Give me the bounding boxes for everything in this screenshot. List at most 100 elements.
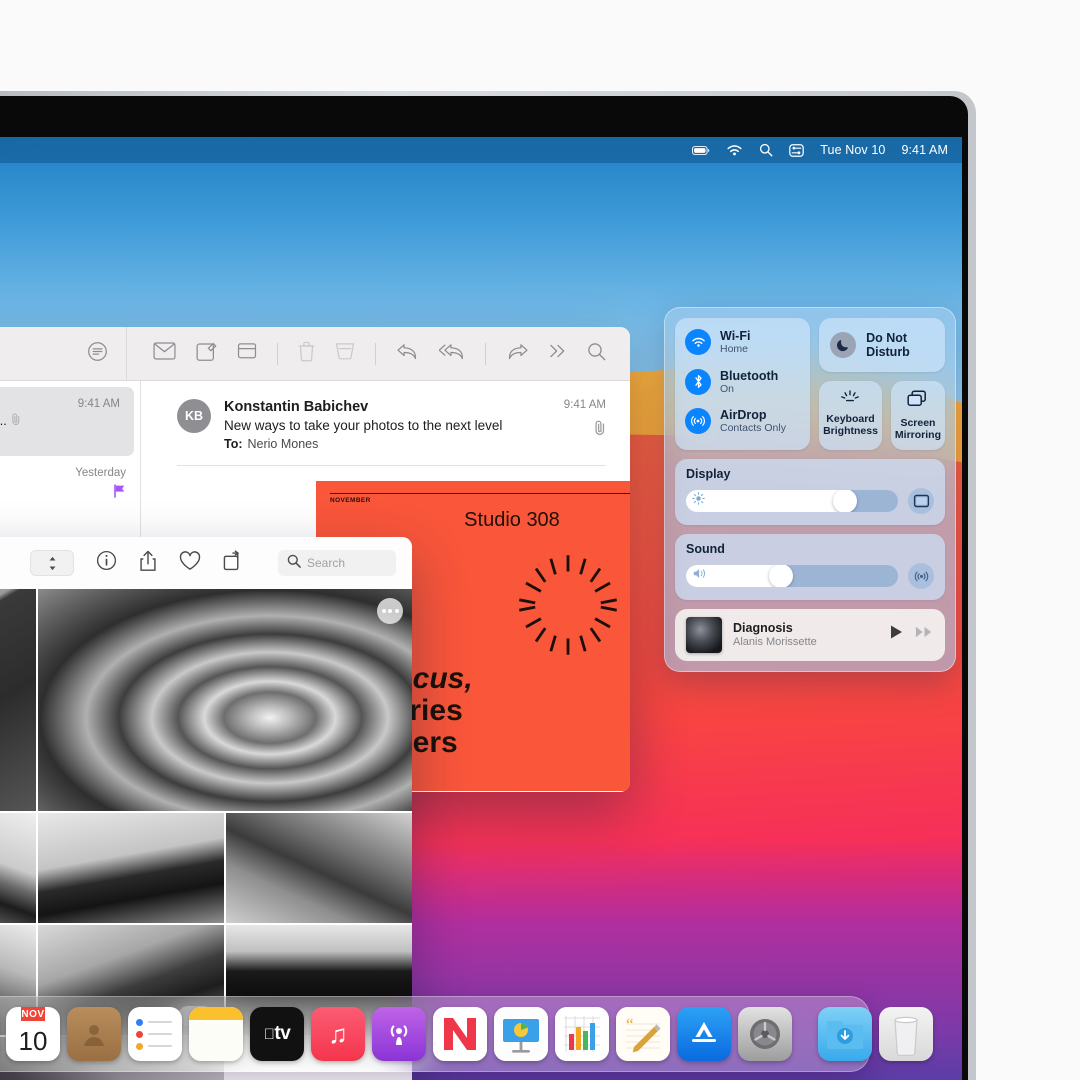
photo-tile[interactable]	[38, 589, 412, 811]
wifi-status: Home	[720, 343, 749, 355]
dock-item-pages[interactable]: “	[616, 1007, 670, 1061]
junk-icon[interactable]	[335, 341, 355, 366]
dock-item-system-preferences[interactable]	[738, 1007, 792, 1061]
battery-icon[interactable]	[692, 145, 710, 156]
screen: Tue Nov 10 9:41 AM Wi-Fi Home Bluetooth …	[0, 137, 962, 1080]
menubar-date: Tue Nov 10	[820, 143, 886, 157]
dock-item-music[interactable]: ♫	[311, 1007, 365, 1061]
mail-list-item[interactable]: Babichev 9:41 AM take your photos to... …	[0, 387, 134, 456]
search-input[interactable]: Search	[278, 550, 396, 576]
play-icon[interactable]	[889, 624, 904, 645]
photo-tile[interactable]	[226, 813, 412, 923]
keyboard-brightness-line2: Brightness	[823, 424, 878, 437]
message-sender-name: Konstantin Babichev	[224, 399, 369, 415]
keyboard-brightness-tile[interactable]: Keyboard Brightness	[819, 381, 882, 450]
display-brightness-slider[interactable]	[686, 489, 898, 512]
paperclip-icon[interactable]	[564, 420, 606, 440]
dock-item-numbers[interactable]	[555, 1007, 609, 1061]
menubar-clock: 9:41 AM	[901, 143, 948, 157]
compose-icon[interactable]	[196, 341, 217, 367]
search-icon[interactable]	[587, 342, 606, 366]
message-subject-line: New ways to take your photos to the next…	[224, 418, 503, 433]
airdrop-toggle[interactable]: AirDrop Contacts Only	[685, 408, 800, 435]
screen-mirroring-icon	[907, 390, 929, 413]
zoom-stepper-icon[interactable]	[30, 550, 74, 576]
screen-mirroring-line2: Mirroring	[894, 428, 941, 441]
screen-mirroring-line1: Screen	[900, 417, 936, 429]
favorite-icon[interactable]	[179, 550, 201, 576]
fast-forward-icon[interactable]	[915, 625, 934, 644]
screen-mirroring-tile[interactable]: Screen Mirroring	[890, 381, 945, 450]
mail-list-item[interactable]: uang Yesterday request to Mary Ann know …	[0, 456, 140, 534]
dock-item-news[interactable]	[433, 1007, 487, 1061]
dock-item-apple-tv[interactable]: tv	[250, 1007, 304, 1061]
forward-icon[interactable]	[506, 342, 529, 366]
wifi-toggle[interactable]: Wi-Fi Home	[685, 329, 800, 356]
dock-item-reminders[interactable]	[128, 1007, 182, 1061]
airdrop-icon	[685, 408, 711, 435]
display-module: Display	[675, 458, 945, 525]
bluetooth-toggle[interactable]: Bluetooth On	[685, 369, 800, 396]
reply-all-icon[interactable]	[438, 342, 465, 366]
photo-tile[interactable]	[38, 813, 224, 923]
dock-item-app-store[interactable]	[677, 1007, 731, 1061]
more-options-icon[interactable]	[377, 598, 403, 624]
photo-tile[interactable]	[0, 813, 36, 923]
flag-icon	[113, 483, 126, 503]
spotlight-search-icon[interactable]	[759, 143, 773, 157]
wifi-icon[interactable]	[726, 144, 743, 157]
get-mail-icon[interactable]	[153, 342, 176, 365]
connectivity-module: Wi-Fi Home Bluetooth On AirDrop Contacts…	[675, 318, 811, 450]
airdrop-status: Contacts Only	[720, 422, 786, 435]
track-title: Diagnosis	[733, 621, 793, 635]
svg-text:“: “	[626, 1015, 634, 1034]
now-playing-module[interactable]: Diagnosis Alanis Morissette	[675, 608, 945, 661]
display-title: Display	[686, 466, 731, 481]
apple-tv-label: tv	[269, 1023, 290, 1044]
airdrop-label: AirDrop	[720, 408, 767, 423]
toolbar-separator	[485, 342, 486, 365]
mail-toolbar	[0, 327, 630, 381]
brightness-icon	[692, 491, 705, 510]
control-center-icon[interactable]	[789, 143, 805, 157]
message-time: Yesterday	[75, 466, 126, 479]
info-icon[interactable]	[96, 550, 117, 576]
dock-item-downloads[interactable]	[818, 1007, 872, 1061]
wifi-label: Wi-Fi	[720, 329, 751, 343]
dock-item-contacts[interactable]	[67, 1007, 121, 1061]
more-icon[interactable]	[549, 343, 567, 364]
to-label: To:	[224, 437, 243, 451]
dock-item-calendar[interactable]: NOV 10	[6, 1007, 60, 1061]
rotate-icon[interactable]	[223, 550, 243, 576]
sound-module: Sound	[675, 533, 945, 600]
filter-icon[interactable]	[87, 341, 108, 367]
calendar-month: NOV	[21, 1007, 45, 1021]
paperclip-icon	[11, 413, 21, 428]
reply-icon[interactable]	[396, 342, 419, 366]
bluetooth-label: Bluetooth	[720, 368, 779, 383]
dock-item-keynote[interactable]	[494, 1007, 548, 1061]
newsletter-month: NOVEMBER	[330, 497, 371, 504]
bluetooth-icon	[685, 368, 711, 395]
sound-volume-slider[interactable]	[686, 564, 898, 587]
dock-item-trash[interactable]	[879, 1007, 933, 1061]
message-time: 9:41 AM	[77, 398, 120, 410]
message-preview: know as soon as I...	[0, 508, 126, 524]
dock-item-podcasts[interactable]	[372, 1007, 426, 1061]
calendar-day: 10	[18, 1025, 48, 1056]
dnd-label-line1: Do Not	[866, 331, 908, 345]
do-not-disturb-toggle[interactable]: Do Not Disturb	[819, 318, 945, 372]
display-preset-icon[interactable]	[908, 487, 934, 514]
search-icon	[287, 554, 301, 573]
photo-tile[interactable]	[0, 589, 36, 811]
avatar: KB	[177, 399, 211, 433]
airplay-audio-icon[interactable]	[908, 562, 934, 589]
menu-bar: Tue Nov 10 9:41 AM	[0, 137, 962, 163]
dock-item-notes[interactable]	[189, 1007, 243, 1061]
archive-icon[interactable]	[237, 341, 257, 366]
message-subject: request to Mary Ann	[0, 491, 126, 507]
share-icon[interactable]	[139, 550, 157, 577]
dock[interactable]: NOV 10 tv ♫	[0, 996, 933, 1072]
delete-icon[interactable]	[298, 341, 315, 367]
speaker-icon	[692, 567, 708, 585]
